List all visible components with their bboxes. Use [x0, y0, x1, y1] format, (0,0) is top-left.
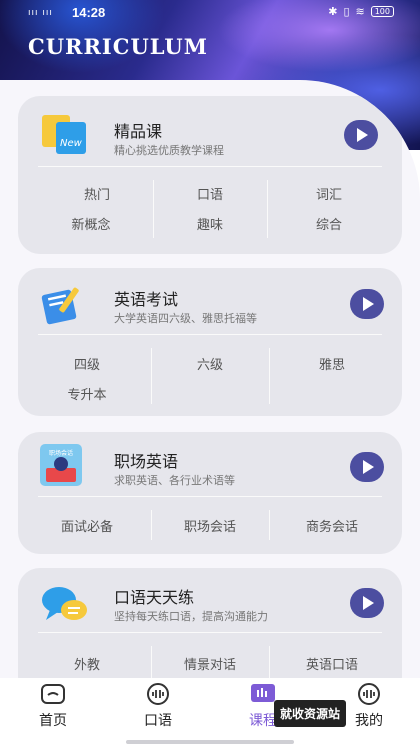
divider [269, 646, 270, 680]
tag-workplace-conversation[interactable]: 职场会话 [155, 516, 265, 535]
watermark-toast: 就收资源站 [274, 700, 347, 727]
status-icons: ✱ ▯ ≋ 100 [328, 5, 394, 18]
tab-home[interactable]: 首页 [8, 678, 98, 746]
play-button[interactable] [344, 120, 378, 150]
divider [151, 348, 152, 404]
card-subtitle: 大学英语四六级、雅思托福等 [114, 312, 257, 325]
voice-icon [147, 683, 169, 705]
card-english-exams[interactable]: 英语考试 大学英语四六级、雅思托福等 四级 六级 雅思 专升本 [18, 268, 402, 416]
profile-icon [358, 683, 380, 705]
course-icon [251, 684, 275, 702]
tag-cet6[interactable]: 六级 [155, 354, 265, 373]
tag-speaking[interactable]: 口语 [155, 184, 265, 203]
battery-icon: 100 [370, 6, 394, 17]
card-premium-courses[interactable]: New 精品课 精心挑选优质教学课程 热门 口语 词汇 新概念 趣味 综合 [18, 96, 402, 254]
play-icon [363, 460, 374, 474]
status-bar: ııı ııı 14:28 ✱ ▯ ≋ 100 [0, 0, 420, 26]
home-icon [41, 684, 65, 704]
content-panel: New 精品课 精心挑选优质教学课程 热门 口语 词汇 新概念 趣味 综合 英语… [0, 80, 420, 680]
tab-label: 首页 [39, 713, 67, 729]
card-subtitle: 坚持每天练口语，提高沟通能力 [114, 610, 268, 623]
card-subtitle: 精心挑选优质教学课程 [114, 144, 224, 157]
tag-interview[interactable]: 面试必备 [32, 516, 142, 535]
new-badge-icon: New [42, 115, 86, 154]
tag-upgrade-exam[interactable]: 专升本 [32, 384, 142, 403]
tag-cet4[interactable]: 四级 [32, 354, 142, 373]
speech-bubbles-icon [42, 587, 87, 620]
divider [267, 180, 268, 238]
bluetooth-icon: ✱ [328, 5, 338, 18]
vibrate-icon: ▯ [343, 5, 350, 18]
signal-icon: ııı ııı [28, 8, 53, 18]
card-title: 精品课 [114, 122, 163, 141]
tag-situational-dialogue[interactable]: 情景对话 [155, 654, 265, 673]
wifi-icon: ≋ [355, 5, 365, 18]
tab-speaking[interactable]: 口语 [113, 678, 203, 746]
workplace-icon-label: 职场会话 [48, 450, 73, 457]
divider [269, 510, 270, 540]
divider [38, 166, 382, 167]
app-title: CURRICULUM [28, 34, 208, 59]
tag-english-speaking[interactable]: 英语口语 [277, 654, 387, 673]
tag-comprehensive[interactable]: 综合 [274, 214, 384, 233]
divider [151, 510, 152, 540]
tag-business-conversation[interactable]: 商务会话 [277, 516, 387, 535]
bottom-tab-bar: 首页 口语 课程 我的 [0, 678, 420, 746]
play-button[interactable] [350, 452, 384, 482]
home-indicator[interactable] [126, 740, 294, 744]
card-subtitle: 求职英语、各行业术语等 [114, 474, 235, 487]
play-button[interactable] [350, 289, 384, 319]
play-icon [363, 596, 374, 610]
divider [38, 496, 382, 497]
card-workplace-english[interactable]: 职场会话 职场英语 求职英语、各行业术语等 面试必备 职场会话 商务会话 [18, 432, 402, 554]
divider [269, 348, 270, 404]
status-time: 14:28 [72, 5, 106, 20]
card-daily-speaking[interactable]: 口语天天练 坚持每天练口语，提高沟通能力 外教 情景对话 英语口语 [18, 568, 402, 680]
card-title: 口语天天练 [114, 588, 195, 607]
divider [38, 632, 382, 633]
tag-foreign-teacher[interactable]: 外教 [32, 654, 142, 673]
tab-label: 口语 [144, 713, 172, 729]
tag-vocabulary[interactable]: 词汇 [274, 184, 384, 203]
play-button[interactable] [350, 588, 384, 618]
svg-text:New: New [60, 138, 83, 149]
play-icon [363, 297, 374, 311]
tag-new-concept[interactable]: 新概念 [36, 214, 146, 233]
divider [151, 646, 152, 680]
tag-fun[interactable]: 趣味 [155, 214, 265, 233]
exam-pen-icon [41, 287, 79, 325]
divider [153, 180, 154, 238]
tag-ielts[interactable]: 雅思 [277, 354, 387, 373]
play-icon [357, 128, 368, 142]
divider [38, 334, 382, 335]
tag-hot[interactable]: 热门 [42, 184, 152, 203]
card-title: 职场英语 [114, 452, 179, 471]
card-title: 英语考试 [114, 290, 179, 309]
